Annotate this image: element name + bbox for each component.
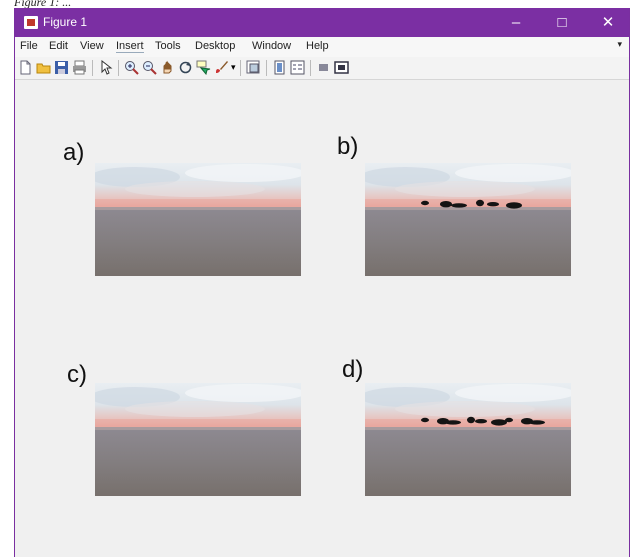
brush-icon[interactable] [214, 60, 229, 75]
data-cursor-icon[interactable] [196, 60, 211, 75]
select-arrow-icon[interactable] [98, 60, 113, 75]
menu-insert[interactable]: Insert [116, 40, 144, 53]
toolbar-separator [92, 60, 93, 76]
detected-fire-region [487, 202, 499, 207]
show-plot-tools-icon[interactable] [334, 60, 349, 75]
menu-overflow-icon[interactable]: ▾ [617, 39, 622, 50]
subplot-label-c: c) [67, 361, 87, 388]
menu-help[interactable]: Help [306, 40, 329, 52]
detected-fire-region [506, 202, 522, 209]
toolbar-separator [118, 60, 119, 76]
detected-fire-region [529, 420, 545, 425]
menu-view[interactable]: View [80, 40, 104, 52]
zoom-out-icon[interactable] [142, 60, 157, 75]
window-title: Figure 1 [43, 15, 88, 29]
subplot-label-b: b) [337, 133, 359, 160]
detected-fire-region [475, 419, 487, 424]
detected-fire-region [476, 199, 484, 207]
colorbar-icon[interactable] [272, 60, 287, 75]
minimize-button[interactable]: – [493, 8, 539, 37]
new-figure-icon[interactable] [18, 60, 33, 75]
subplot-image-c [95, 383, 301, 496]
figure-window: Figure 1 – □ ✕ File Edit View Insert Too… [14, 8, 630, 557]
menu-bar: File Edit View Insert Tools Desktop Wind… [15, 37, 629, 57]
open-file-icon[interactable] [36, 60, 51, 75]
subplot-label-a: a) [63, 139, 85, 166]
detected-fire-region [467, 416, 475, 424]
subplot-image-d [365, 383, 571, 496]
pan-icon[interactable] [160, 60, 175, 75]
close-button[interactable]: ✕ [585, 8, 630, 37]
menu-edit[interactable]: Edit [49, 40, 68, 52]
menu-file[interactable]: File [20, 40, 38, 52]
menu-desktop[interactable]: Desktop [195, 40, 235, 52]
detected-fire-region [451, 203, 467, 208]
legend-icon[interactable] [290, 60, 305, 75]
title-bar[interactable]: Figure 1 – □ ✕ [15, 8, 629, 37]
menu-tools[interactable]: Tools [155, 40, 181, 52]
subplot-label-d: d) [342, 356, 364, 383]
zoom-in-icon[interactable] [124, 60, 139, 75]
menu-window[interactable]: Window [252, 40, 291, 52]
brush-dropdown-icon[interactable]: ▾ [231, 62, 237, 77]
subplot-image-b [365, 163, 571, 276]
subplot-image-a [95, 163, 301, 276]
toolbar-separator [310, 60, 311, 76]
save-icon[interactable] [54, 60, 69, 75]
rotate-3d-icon[interactable] [178, 60, 193, 75]
detected-fire-region [440, 201, 452, 208]
detected-fire-region [421, 200, 429, 206]
detected-fire-region [445, 420, 461, 425]
hide-plot-tools-icon[interactable] [316, 60, 331, 75]
figure-toolbar: ▾ [15, 57, 629, 80]
detected-fire-region [505, 417, 513, 423]
toolbar-separator [240, 60, 241, 76]
link-plot-icon[interactable] [246, 60, 261, 75]
print-icon[interactable] [72, 60, 87, 75]
toolbar-separator [266, 60, 267, 76]
detected-fire-region [491, 419, 507, 426]
maximize-button[interactable]: □ [539, 8, 585, 37]
matlab-figure-icon [24, 16, 38, 29]
detected-fire-region [421, 417, 429, 423]
